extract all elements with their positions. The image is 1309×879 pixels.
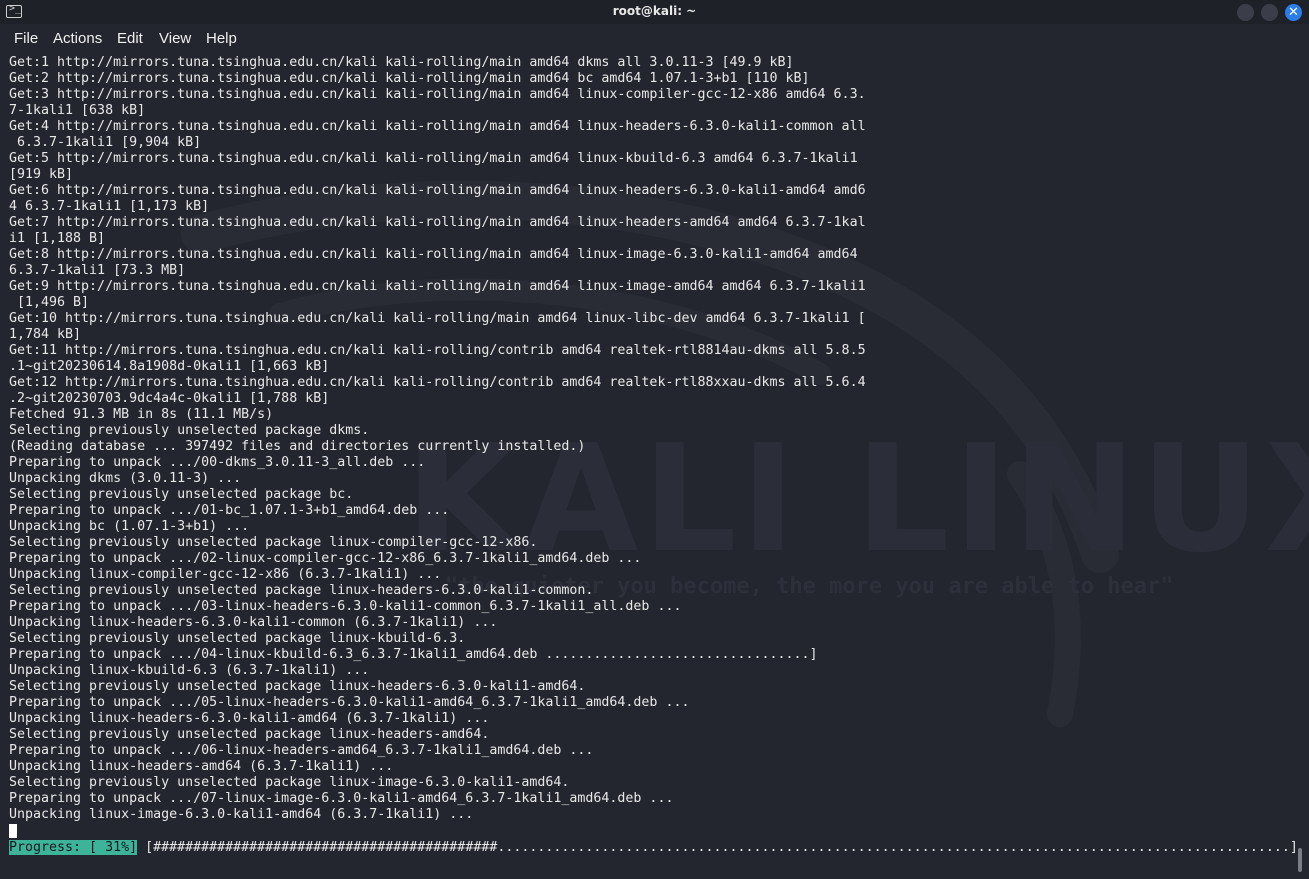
progress-bar: [#######################################… (137, 840, 1298, 855)
title-bar: >_ root@kali: ~ ✕ (0, 0, 1309, 24)
output-line: Selecting previously unselected package … (9, 583, 594, 598)
output-line: Unpacking bc (1.07.1-3+b1) ... (9, 519, 250, 534)
menu-file[interactable]: File (14, 30, 38, 47)
output-line: Preparing to unpack .../07-linux-image-6… (9, 791, 674, 806)
menu-actions[interactable]: Actions (53, 30, 102, 47)
output-line: i1 [1,188 B] (9, 231, 106, 246)
close-icon: ✕ (1288, 5, 1299, 20)
output-line: Selecting previously unselected package … (9, 423, 370, 438)
scrollbar[interactable] (1298, 848, 1302, 872)
output-line: Get:5 http://mirrors.tuna.tsinghua.edu.c… (9, 151, 858, 166)
output-line: Get:3 http://mirrors.tuna.tsinghua.edu.c… (9, 87, 866, 102)
menu-edit[interactable]: Edit (117, 30, 143, 47)
output-line: 7-1kali1 [638 kB] (9, 103, 146, 118)
output-line: Get:12 http://mirrors.tuna.tsinghua.edu.… (9, 375, 866, 390)
terminal-output[interactable]: KALI LINUX "the quieter you become, the … (0, 54, 1309, 879)
output-line: Preparing to unpack .../05-linux-headers… (9, 695, 690, 710)
output-line: Preparing to unpack .../06-linux-headers… (9, 743, 594, 758)
window-title: root@kali: ~ (612, 4, 697, 18)
output-line: Preparing to unpack .../01-bc_1.07.1-3+b… (9, 503, 450, 518)
output-line: Unpacking linux-kbuild-6.3 (6.3.7-1kali1… (9, 663, 370, 678)
output-line: Unpacking dkms (3.0.11-3) ... (9, 471, 242, 486)
output-line: Selecting previously unselected package … (9, 679, 586, 694)
output-line: Unpacking linux-headers-amd64 (6.3.7-1ka… (9, 759, 394, 774)
output-lines: Get:1 http://mirrors.tuna.tsinghua.edu.c… (9, 55, 866, 823)
output-line: Get:8 http://mirrors.tuna.tsinghua.edu.c… (9, 247, 858, 262)
output-line: (Reading database ... 397492 files and d… (9, 439, 586, 454)
output-line: Preparing to unpack .../02-linux-compile… (9, 551, 642, 566)
output-line: 1,784 kB] (9, 327, 82, 342)
menu-bar: File Actions Edit View Help (0, 24, 1309, 54)
output-line: Get:7 http://mirrors.tuna.tsinghua.edu.c… (9, 215, 866, 230)
output-line: .1~git20230614.8a1908d-0kali1 [1,663 kB] (9, 359, 330, 374)
close-button[interactable]: ✕ (1285, 4, 1302, 21)
output-line: Selecting previously unselected package … (9, 727, 490, 742)
output-line: Unpacking linux-image-6.3.0-kali1-amd64 … (9, 807, 474, 822)
progress-label: Progress: [ 31%] (9, 840, 138, 855)
output-line: .2~git20230703.9dc4a4c-0kali1 [1,788 kB] (9, 391, 330, 406)
menu-help[interactable]: Help (206, 30, 237, 47)
output-line: Selecting previously unselected package … (9, 775, 570, 790)
output-line: Preparing to unpack .../00-dkms_3.0.11-3… (9, 455, 426, 470)
output-line: 6.3.7-1kali1 [73.3 MB] (9, 263, 186, 278)
output-line: Preparing to unpack .../03-linux-headers… (9, 599, 682, 614)
output-line: Selecting previously unselected package … (9, 535, 538, 550)
output-line: 4 6.3.7-1kali1 [1,173 kB] (9, 199, 210, 214)
output-line: Get:1 http://mirrors.tuna.tsinghua.edu.c… (9, 55, 794, 70)
output-line: [919 kB] (9, 167, 74, 182)
output-line: Get:10 http://mirrors.tuna.tsinghua.edu.… (9, 311, 866, 326)
output-line: Unpacking linux-headers-6.3.0-kali1-amd6… (9, 711, 490, 726)
progress-row: Progress: [ 31%] [######################… (9, 840, 1298, 856)
output-line: Get:6 http://mirrors.tuna.tsinghua.edu.c… (9, 183, 866, 198)
output-line: Get:4 http://mirrors.tuna.tsinghua.edu.c… (9, 119, 866, 134)
output-line: Selecting previously unselected package … (9, 487, 354, 502)
output-line: Preparing to unpack .../04-linux-kbuild-… (9, 647, 818, 662)
output-line: [1,496 B] (9, 295, 90, 310)
minimize-button[interactable] (1237, 4, 1254, 21)
output-line: Unpacking linux-headers-6.3.0-kali1-comm… (9, 615, 498, 630)
output-line: Selecting previously unselected package … (9, 631, 466, 646)
maximize-button[interactable] (1261, 4, 1278, 21)
menu-view[interactable]: View (159, 30, 191, 47)
output-line: Get:9 http://mirrors.tuna.tsinghua.edu.c… (9, 279, 866, 294)
output-line: Unpacking linux-compiler-gcc-12-x86 (6.3… (9, 567, 442, 582)
output-line: Get:2 http://mirrors.tuna.tsinghua.edu.c… (9, 71, 810, 86)
output-line: Fetched 91.3 MB in 8s (11.1 MB/s) (9, 407, 274, 422)
output-line: 6.3.7-1kali1 [9,904 kB] (9, 135, 202, 150)
text-cursor (9, 824, 17, 838)
output-line: Get:11 http://mirrors.tuna.tsinghua.edu.… (9, 343, 866, 358)
